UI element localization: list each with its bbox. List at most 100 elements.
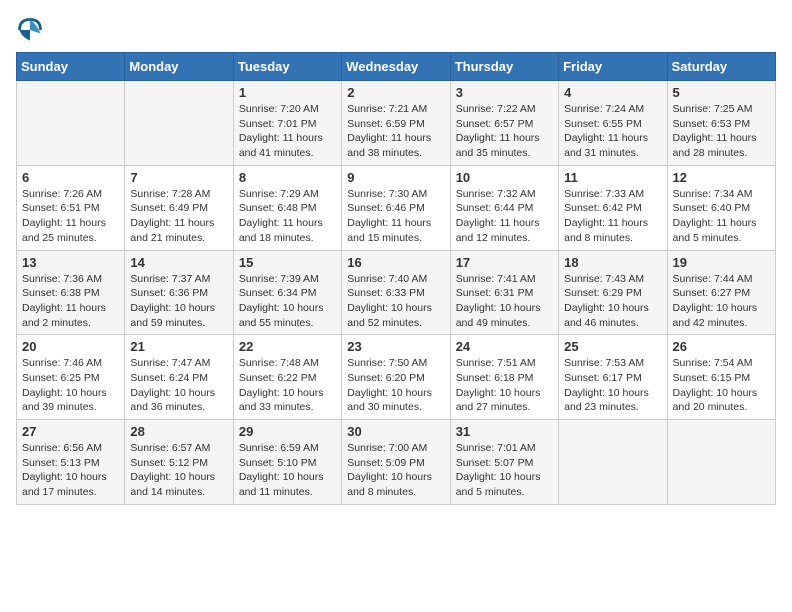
day-number: 19 [673,255,770,270]
week-row-5: 27 Sunrise: 6:56 AM Sunset: 5:13 PM Dayli… [17,420,776,505]
logo-icon [16,16,44,44]
day-cell: 27 Sunrise: 6:56 AM Sunset: 5:13 PM Dayli… [17,420,125,505]
day-info: Sunrise: 7:25 AM Sunset: 6:53 PM Dayligh… [673,102,770,161]
day-info: Sunrise: 7:41 AM Sunset: 6:31 PM Dayligh… [456,272,553,331]
day-number: 21 [130,339,227,354]
day-info: Sunrise: 7:39 AM Sunset: 6:34 PM Dayligh… [239,272,336,331]
day-cell: 22 Sunrise: 7:48 AM Sunset: 6:22 PM Dayli… [233,335,341,420]
day-info: Sunrise: 7:46 AM Sunset: 6:25 PM Dayligh… [22,356,119,415]
day-cell: 1 Sunrise: 7:20 AM Sunset: 7:01 PM Daylig… [233,81,341,166]
column-header-friday: Friday [559,53,667,81]
column-header-monday: Monday [125,53,233,81]
day-info: Sunrise: 7:53 AM Sunset: 6:17 PM Dayligh… [564,356,661,415]
week-row-4: 20 Sunrise: 7:46 AM Sunset: 6:25 PM Dayli… [17,335,776,420]
day-cell [559,420,667,505]
day-number: 12 [673,170,770,185]
day-number: 18 [564,255,661,270]
day-info: Sunrise: 7:40 AM Sunset: 6:33 PM Dayligh… [347,272,444,331]
header-row: SundayMondayTuesdayWednesdayThursdayFrid… [17,53,776,81]
week-row-1: 1 Sunrise: 7:20 AM Sunset: 7:01 PM Daylig… [17,81,776,166]
day-info: Sunrise: 6:59 AM Sunset: 5:10 PM Dayligh… [239,441,336,500]
day-cell: 29Sunrise: 6:59 AM Sunset: 5:10 PM Dayli… [233,420,341,505]
column-header-thursday: Thursday [450,53,558,81]
day-cell: 30 Sunrise: 7:00 AM Sunset: 5:09 PM Dayli… [342,420,450,505]
day-info: Sunrise: 7:44 AM Sunset: 6:27 PM Dayligh… [673,272,770,331]
day-cell: 19 Sunrise: 7:44 AM Sunset: 6:27 PM Dayli… [667,250,775,335]
day-info: Sunrise: 7:01 AM Sunset: 5:07 PM Dayligh… [456,441,553,500]
day-info: Sunrise: 7:00 AM Sunset: 5:09 PM Dayligh… [347,441,444,500]
week-row-2: 6 Sunrise: 7:26 AM Sunset: 6:51 PM Daylig… [17,165,776,250]
day-info: Sunrise: 7:37 AM Sunset: 6:36 PM Dayligh… [130,272,227,331]
day-cell: 7Sunrise: 7:28 AM Sunset: 6:49 PM Daylig… [125,165,233,250]
day-number: 9 [347,170,444,185]
day-number: 27 [22,424,119,439]
day-number: 22 [239,339,336,354]
day-number: 1 [239,85,336,100]
day-info: Sunrise: 7:26 AM Sunset: 6:51 PM Dayligh… [22,187,119,246]
day-number: 10 [456,170,553,185]
day-cell: 5Sunrise: 7:25 AM Sunset: 6:53 PM Daylig… [667,81,775,166]
day-cell: 21 Sunrise: 7:47 AM Sunset: 6:24 PM Dayli… [125,335,233,420]
day-cell: 10 Sunrise: 7:32 AM Sunset: 6:44 PM Dayli… [450,165,558,250]
day-info: Sunrise: 7:20 AM Sunset: 7:01 PM Dayligh… [239,102,336,161]
day-info: Sunrise: 6:57 AM Sunset: 5:12 PM Dayligh… [130,441,227,500]
day-info: Sunrise: 7:29 AM Sunset: 6:48 PM Dayligh… [239,187,336,246]
day-number: 16 [347,255,444,270]
day-info: Sunrise: 7:33 AM Sunset: 6:42 PM Dayligh… [564,187,661,246]
day-cell: 20 Sunrise: 7:46 AM Sunset: 6:25 PM Dayli… [17,335,125,420]
column-header-saturday: Saturday [667,53,775,81]
day-number: 11 [564,170,661,185]
day-number: 15 [239,255,336,270]
logo [16,16,46,44]
day-number: 13 [22,255,119,270]
day-number: 7 [130,170,227,185]
day-cell: 6 Sunrise: 7:26 AM Sunset: 6:51 PM Daylig… [17,165,125,250]
calendar-header: SundayMondayTuesdayWednesdayThursdayFrid… [17,53,776,81]
day-number: 25 [564,339,661,354]
day-cell: 16 Sunrise: 7:40 AM Sunset: 6:33 PM Dayli… [342,250,450,335]
column-header-sunday: Sunday [17,53,125,81]
day-number: 26 [673,339,770,354]
day-cell: 14 Sunrise: 7:37 AM Sunset: 6:36 PM Dayli… [125,250,233,335]
day-number: 8 [239,170,336,185]
day-info: Sunrise: 6:56 AM Sunset: 5:13 PM Dayligh… [22,441,119,500]
day-number: 31 [456,424,553,439]
day-number: 23 [347,339,444,354]
day-cell: 18 Sunrise: 7:43 AM Sunset: 6:29 PM Dayli… [559,250,667,335]
day-cell: 26 Sunrise: 7:54 AM Sunset: 6:15 PM Dayli… [667,335,775,420]
day-info: Sunrise: 7:51 AM Sunset: 6:18 PM Dayligh… [456,356,553,415]
day-number: 17 [456,255,553,270]
day-info: Sunrise: 7:22 AM Sunset: 6:57 PM Dayligh… [456,102,553,161]
day-cell: 12Sunrise: 7:34 AM Sunset: 6:40 PM Dayli… [667,165,775,250]
day-cell: 11 Sunrise: 7:33 AM Sunset: 6:42 PM Dayli… [559,165,667,250]
day-info: Sunrise: 7:48 AM Sunset: 6:22 PM Dayligh… [239,356,336,415]
day-cell [17,81,125,166]
day-cell [667,420,775,505]
day-info: Sunrise: 7:43 AM Sunset: 6:29 PM Dayligh… [564,272,661,331]
day-cell: 25 Sunrise: 7:53 AM Sunset: 6:17 PM Dayli… [559,335,667,420]
page-header [16,16,776,44]
day-number: 4 [564,85,661,100]
column-header-tuesday: Tuesday [233,53,341,81]
day-info: Sunrise: 7:21 AM Sunset: 6:59 PM Dayligh… [347,102,444,161]
day-cell: 13Sunrise: 7:36 AM Sunset: 6:38 PM Dayli… [17,250,125,335]
day-number: 30 [347,424,444,439]
day-cell: 4 Sunrise: 7:24 AM Sunset: 6:55 PM Daylig… [559,81,667,166]
day-number: 6 [22,170,119,185]
day-info: Sunrise: 7:32 AM Sunset: 6:44 PM Dayligh… [456,187,553,246]
day-cell: 8 Sunrise: 7:29 AM Sunset: 6:48 PM Daylig… [233,165,341,250]
day-cell: 9 Sunrise: 7:30 AM Sunset: 6:46 PM Daylig… [342,165,450,250]
day-number: 3 [456,85,553,100]
day-cell: 15 Sunrise: 7:39 AM Sunset: 6:34 PM Dayli… [233,250,341,335]
day-info: Sunrise: 7:47 AM Sunset: 6:24 PM Dayligh… [130,356,227,415]
day-number: 14 [130,255,227,270]
calendar-body: 1 Sunrise: 7:20 AM Sunset: 7:01 PM Daylig… [17,81,776,505]
day-info: Sunrise: 7:30 AM Sunset: 6:46 PM Dayligh… [347,187,444,246]
day-cell [125,81,233,166]
day-info: Sunrise: 7:24 AM Sunset: 6:55 PM Dayligh… [564,102,661,161]
day-number: 20 [22,339,119,354]
day-cell: 24Sunrise: 7:51 AM Sunset: 6:18 PM Dayli… [450,335,558,420]
week-row-3: 13Sunrise: 7:36 AM Sunset: 6:38 PM Dayli… [17,250,776,335]
day-info: Sunrise: 7:50 AM Sunset: 6:20 PM Dayligh… [347,356,444,415]
day-info: Sunrise: 7:54 AM Sunset: 6:15 PM Dayligh… [673,356,770,415]
